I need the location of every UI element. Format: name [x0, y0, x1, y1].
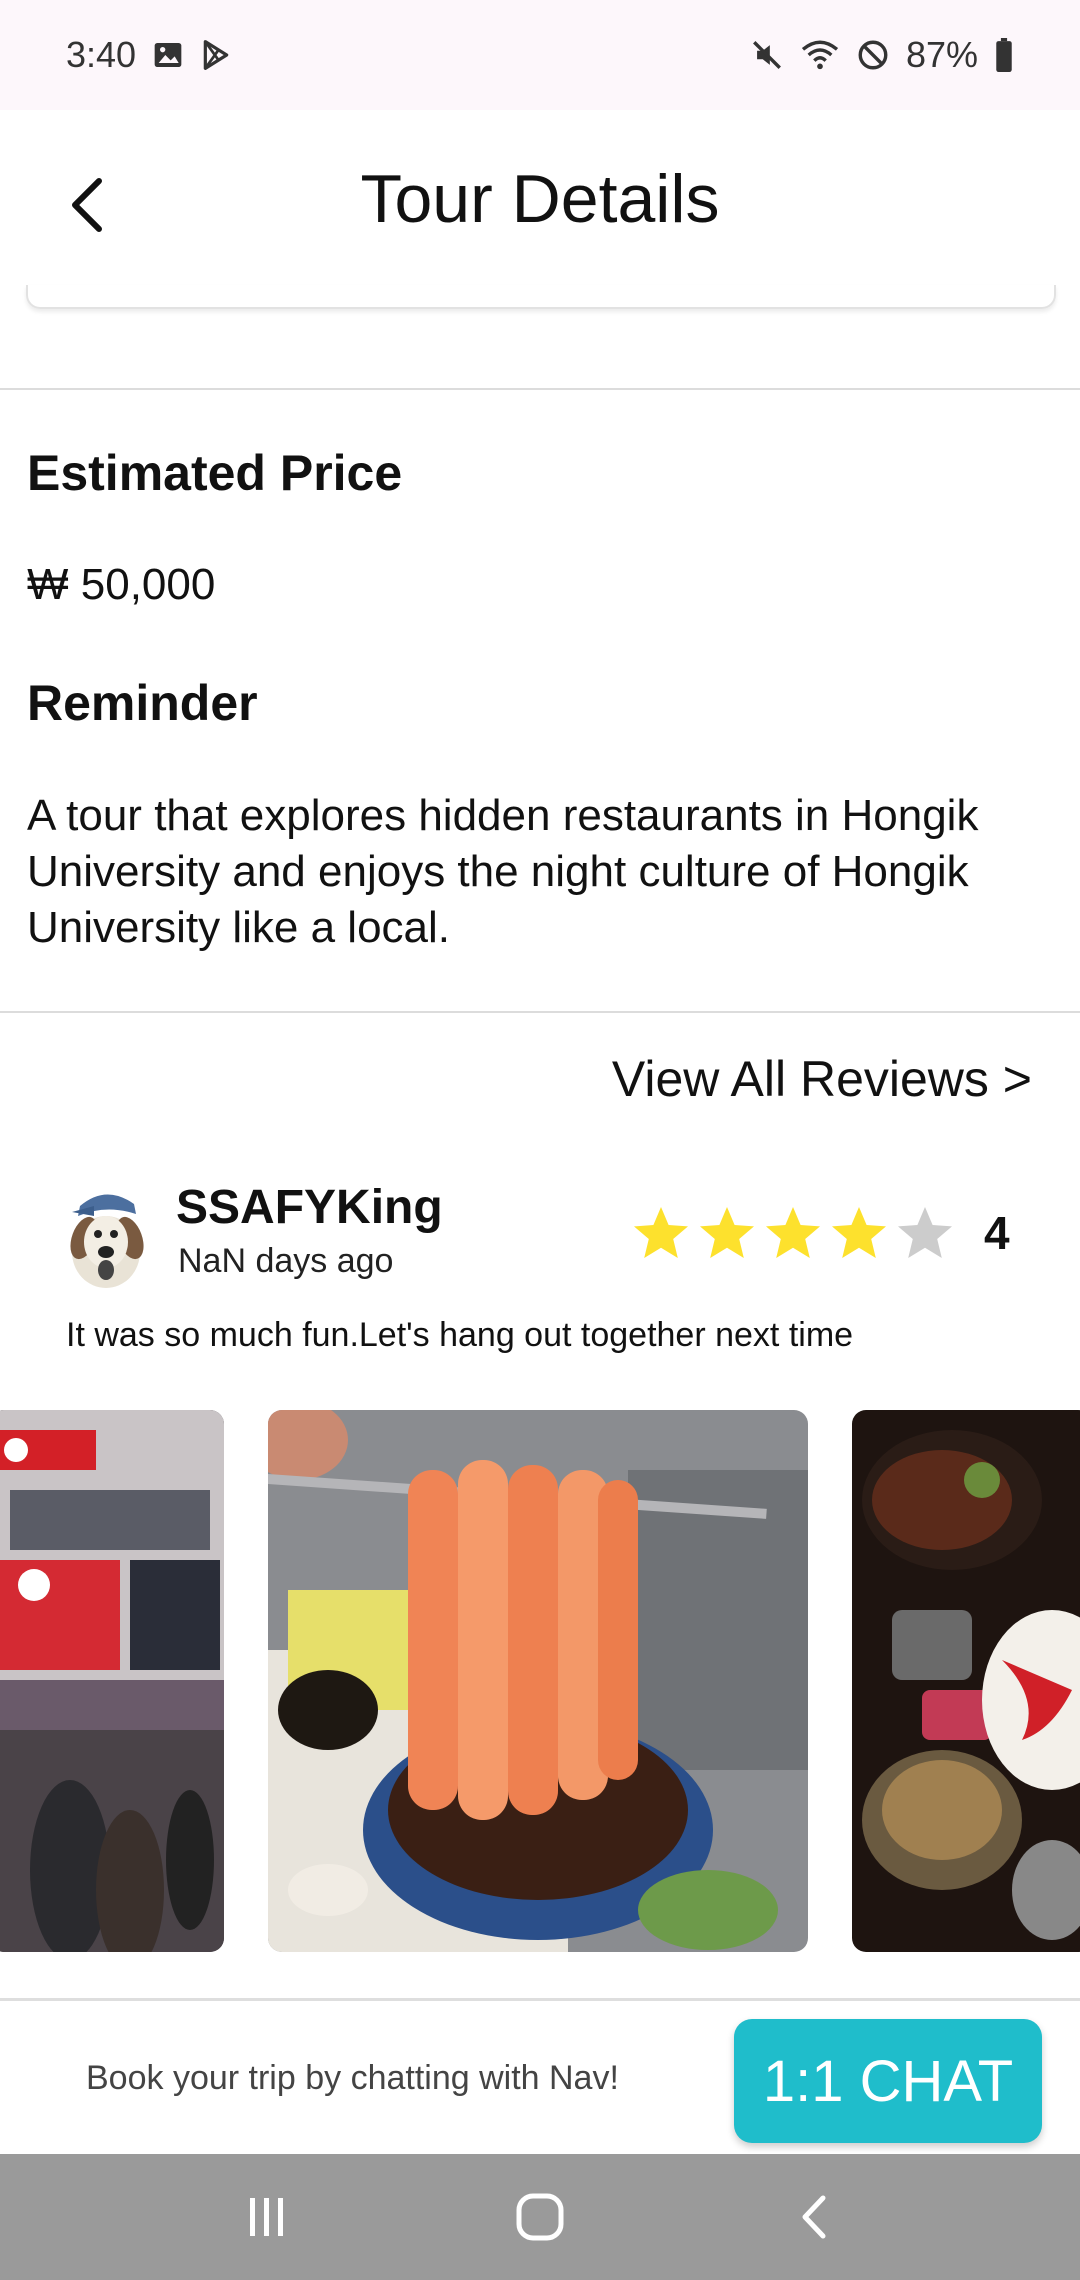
tour-details-screen: 3:40 87% Tour Details Estimated Price ₩ …	[0, 0, 1080, 2280]
mute-icon	[750, 38, 784, 72]
recent-apps-button[interactable]	[227, 2177, 307, 2257]
rating-value: 4	[984, 1207, 1010, 1259]
page-title: Tour Details	[360, 161, 720, 237]
status-bar: 3:40 87%	[0, 0, 1080, 110]
estimated-price-value: ₩ 50,000	[27, 560, 216, 609]
star-filled-icon	[766, 1207, 820, 1258]
wifi-icon	[800, 38, 840, 72]
do-not-disturb-icon	[856, 38, 890, 72]
back-nav-button[interactable]	[773, 2177, 853, 2257]
reminder-text: A tour that explores hidden restaurants …	[27, 791, 979, 952]
home-icon	[516, 2193, 564, 2241]
star-filled-icon	[832, 1207, 886, 1258]
reminder-title: Reminder	[27, 675, 258, 731]
battery-percent: 87%	[905, 34, 978, 75]
review-date: NaN days ago	[178, 1242, 394, 1280]
status-right: 87%	[750, 34, 1014, 76]
battery-icon	[994, 38, 1014, 72]
play-store-icon	[200, 39, 232, 71]
reviewer-name: SSAFYKing	[176, 1181, 443, 1234]
review-text: It was so much fun.Let's hang out togeth…	[66, 1316, 854, 1354]
view-all-reviews-link[interactable]: View All Reviews >	[612, 1050, 1032, 1108]
avatar	[54, 1178, 158, 1290]
app-header: Tour Details	[0, 110, 1080, 295]
system-nav-bar	[0, 2154, 1080, 2280]
previous-card-edge	[26, 285, 1056, 309]
chat-button[interactable]: 1:1 CHAT	[734, 2019, 1042, 2143]
estimated-price-title: Estimated Price	[27, 445, 403, 501]
status-left: 3:40	[66, 34, 232, 76]
star-rating	[628, 1203, 958, 1263]
review-photo-steak[interactable]	[852, 1410, 1080, 1952]
section-divider	[0, 388, 1080, 390]
image-icon	[152, 39, 184, 71]
home-button[interactable]	[500, 2177, 580, 2257]
bottom-bar: Book your trip by chatting with Nav! 1:1…	[0, 1998, 1080, 2154]
status-time: 3:40	[66, 34, 137, 75]
recent-apps-icon	[249, 2198, 283, 2236]
back-nav-icon	[802, 2195, 826, 2239]
star-empty-icon	[898, 1207, 952, 1258]
star-filled-icon	[634, 1207, 688, 1258]
star-filled-icon	[700, 1207, 754, 1258]
review-photo-salmon[interactable]	[268, 1410, 808, 1952]
book-prompt-text: Book your trip by chatting with Nav!	[86, 2059, 619, 2097]
review-photo-street[interactable]	[0, 1410, 224, 1952]
section-divider	[0, 1011, 1080, 1013]
